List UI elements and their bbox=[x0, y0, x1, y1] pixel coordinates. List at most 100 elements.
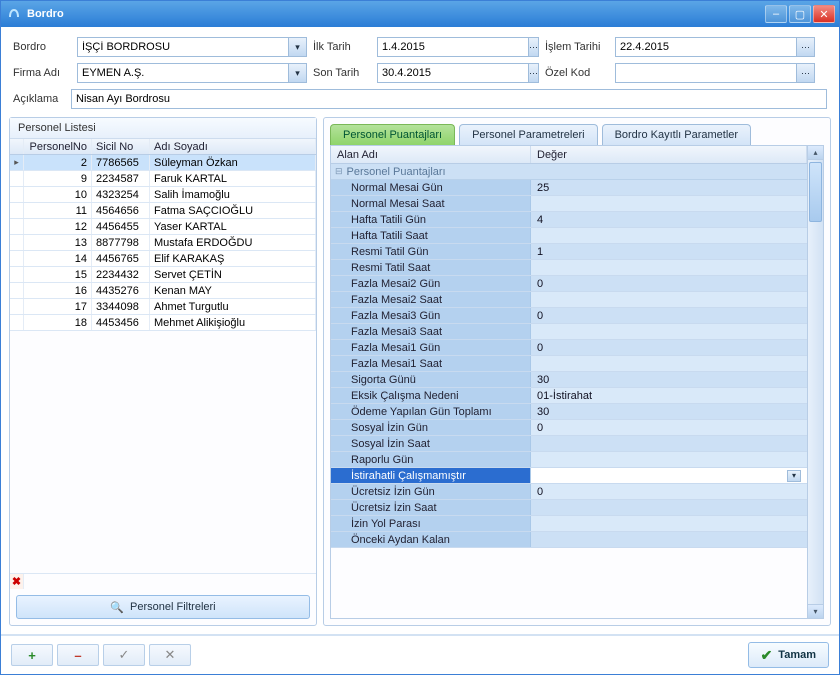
row-indicator-header[interactable] bbox=[10, 139, 24, 154]
cell-deger[interactable]: 0 bbox=[531, 484, 807, 499]
cell-deger[interactable]: 0 bbox=[531, 308, 807, 323]
table-row[interactable]: 152234432Servet ÇETİN bbox=[10, 267, 316, 283]
cell-deger[interactable]: 0 bbox=[531, 340, 807, 355]
ozel-kod-input[interactable]: ⋯ bbox=[615, 63, 815, 83]
bordro-combo[interactable]: ▾ bbox=[77, 37, 307, 57]
chevron-down-icon[interactable]: ▾ bbox=[288, 38, 306, 56]
titlebar[interactable]: Bordro – ▢ ✕ bbox=[1, 1, 839, 27]
maximize-button[interactable]: ▢ bbox=[789, 5, 811, 23]
tab-personel-puantajlari[interactable]: Personel Puantajları bbox=[330, 124, 455, 145]
cell-deger[interactable]: 0 bbox=[531, 420, 807, 435]
tab-personel-parametreleri[interactable]: Personel Parametreleri bbox=[459, 124, 598, 145]
ellipsis-icon[interactable]: ⋯ bbox=[528, 38, 538, 56]
puantaj-row[interactable]: Resmi Tatil Saat bbox=[331, 260, 807, 276]
cell-deger[interactable]: 30 bbox=[531, 372, 807, 387]
table-row[interactable]: 164435276Kenan MAY bbox=[10, 283, 316, 299]
add-button[interactable]: + bbox=[11, 644, 53, 666]
table-row[interactable]: 92234587Faruk KARTAL bbox=[10, 171, 316, 187]
cell-deger[interactable] bbox=[531, 452, 807, 467]
puantaj-row[interactable]: Fazla Mesai2 Gün0 bbox=[331, 276, 807, 292]
puantaj-row[interactable]: Hafta Tatili Gün4 bbox=[331, 212, 807, 228]
tamam-button[interactable]: ✔ Tamam bbox=[748, 642, 829, 668]
table-row[interactable]: 124456455Yaser KARTAL bbox=[10, 219, 316, 235]
cell-deger[interactable] bbox=[531, 532, 807, 547]
collapse-icon[interactable]: ⊟ bbox=[335, 166, 343, 177]
table-row[interactable]: 184453456Mehmet Alikişioğlu bbox=[10, 315, 316, 331]
cell-deger[interactable]: 25 bbox=[531, 180, 807, 195]
ellipsis-icon[interactable]: ⋯ bbox=[796, 38, 814, 56]
puantaj-row[interactable]: Sosyal İzin Gün0 bbox=[331, 420, 807, 436]
table-row[interactable]: 114564656Fatma SAÇCIOĞLU bbox=[10, 203, 316, 219]
col-adisoyadi[interactable]: Adı Soyadı bbox=[150, 139, 316, 154]
cell-deger[interactable] bbox=[531, 500, 807, 515]
cell-deger[interactable] bbox=[531, 228, 807, 243]
col-sicilno[interactable]: Sicil No bbox=[92, 139, 150, 154]
puantaj-row[interactable]: Ödeme Yapılan Gün Toplamı30 bbox=[331, 404, 807, 420]
ilk-tarih-input[interactable]: ⋯ bbox=[377, 37, 539, 57]
puantaj-grid-body[interactable]: ⊟Personel PuantajlarıNormal Mesai Gün25N… bbox=[331, 164, 807, 618]
col-personelno[interactable]: PersonelNo bbox=[24, 139, 92, 154]
chevron-down-icon[interactable]: ▾ bbox=[288, 64, 306, 82]
puantaj-row[interactable]: Eksik Çalışma Nedeni01-İstirahat bbox=[331, 388, 807, 404]
puantaj-row[interactable]: Sigorta Günü30 bbox=[331, 372, 807, 388]
personel-grid-body[interactable]: ▸27786565Süleyman Özkan92234587Faruk KAR… bbox=[10, 155, 316, 573]
puantaj-row[interactable]: Fazla Mesai1 Gün0 bbox=[331, 340, 807, 356]
cell-deger[interactable] bbox=[531, 324, 807, 339]
ellipsis-icon[interactable]: ⋯ bbox=[528, 64, 538, 82]
puantaj-row[interactable]: Fazla Mesai2 Saat bbox=[331, 292, 807, 308]
col-alan-adi[interactable]: Alan Adı bbox=[331, 146, 531, 163]
puantaj-row[interactable]: Önceki Aydan Kalan bbox=[331, 532, 807, 548]
scroll-up-button[interactable]: ▴ bbox=[808, 146, 823, 160]
puantaj-row[interactable]: Fazla Mesai3 Gün0 bbox=[331, 308, 807, 324]
cell-deger[interactable] bbox=[531, 436, 807, 451]
cell-deger[interactable] bbox=[531, 356, 807, 371]
puantaj-row[interactable]: Ücretsiz İzin Gün0 bbox=[331, 484, 807, 500]
table-row[interactable]: 144456765Elif KARAKAŞ bbox=[10, 251, 316, 267]
puantaj-row[interactable]: İstirahatli Çalışmamıştır▾ bbox=[331, 468, 807, 484]
minimize-button[interactable]: – bbox=[765, 5, 787, 23]
chevron-down-icon[interactable]: ▾ bbox=[787, 470, 801, 482]
aciklama-input[interactable] bbox=[71, 89, 827, 109]
cell-deger[interactable]: 4 bbox=[531, 212, 807, 227]
table-row[interactable]: 104323254Salih İmamoğlu bbox=[10, 187, 316, 203]
table-row[interactable]: 138877798Mustafa ERDOĞDU bbox=[10, 235, 316, 251]
group-header[interactable]: ⊟Personel Puantajları bbox=[331, 164, 807, 180]
cell-deger[interactable] bbox=[531, 292, 807, 307]
confirm-button[interactable]: ✓ bbox=[103, 644, 145, 666]
col-deger[interactable]: Değer bbox=[531, 146, 807, 163]
puantaj-row[interactable]: Raporlu Gün bbox=[331, 452, 807, 468]
cell-deger[interactable]: 01-İstirahat bbox=[531, 388, 807, 403]
puantaj-row[interactable]: Resmi Tatil Gün1 bbox=[331, 244, 807, 260]
scroll-track[interactable] bbox=[808, 160, 823, 604]
puantaj-row[interactable]: İzin Yol Parası bbox=[331, 516, 807, 532]
table-row[interactable]: ▸27786565Süleyman Özkan bbox=[10, 155, 316, 171]
cell-deger[interactable] bbox=[531, 260, 807, 275]
scroll-down-button[interactable]: ▾ bbox=[808, 604, 823, 618]
remove-button[interactable]: – bbox=[57, 644, 99, 666]
ellipsis-icon[interactable]: ⋯ bbox=[796, 64, 814, 82]
firma-combo[interactable]: ▾ bbox=[77, 63, 307, 83]
cell-deger[interactable]: ▾ bbox=[531, 468, 807, 483]
cell-deger[interactable] bbox=[531, 516, 807, 531]
puantaj-row[interactable]: Normal Mesai Gün25 bbox=[331, 180, 807, 196]
puantaj-row[interactable]: Normal Mesai Saat bbox=[331, 196, 807, 212]
bordro-input[interactable] bbox=[78, 38, 288, 56]
scroll-thumb[interactable] bbox=[809, 162, 822, 222]
table-row[interactable]: 173344098Ahmet Turgutlu bbox=[10, 299, 316, 315]
cell-deger[interactable]: 1 bbox=[531, 244, 807, 259]
puantaj-row[interactable]: Ücretsiz İzin Saat bbox=[331, 500, 807, 516]
cell-deger[interactable]: 0 bbox=[531, 276, 807, 291]
close-button[interactable]: ✕ bbox=[813, 5, 835, 23]
puantaj-row[interactable]: Fazla Mesai3 Saat bbox=[331, 324, 807, 340]
vertical-scrollbar[interactable]: ▴ ▾ bbox=[807, 146, 823, 618]
delete-marker-icon[interactable]: ✖ bbox=[10, 574, 24, 589]
personel-filtreleri-button[interactable]: 🔍 Personel Filtreleri bbox=[16, 595, 310, 619]
islem-tarih-input[interactable]: ⋯ bbox=[615, 37, 815, 57]
son-tarih-input[interactable]: ⋯ bbox=[377, 63, 539, 83]
cancel-button[interactable]: ✕ bbox=[149, 644, 191, 666]
puantaj-row[interactable]: Sosyal İzin Saat bbox=[331, 436, 807, 452]
tab-bordro-kayitli-parametler[interactable]: Bordro Kayıtlı Parametler bbox=[602, 124, 752, 145]
puantaj-row[interactable]: Fazla Mesai1 Saat bbox=[331, 356, 807, 372]
cell-deger[interactable] bbox=[531, 196, 807, 211]
cell-deger[interactable]: 30 bbox=[531, 404, 807, 419]
